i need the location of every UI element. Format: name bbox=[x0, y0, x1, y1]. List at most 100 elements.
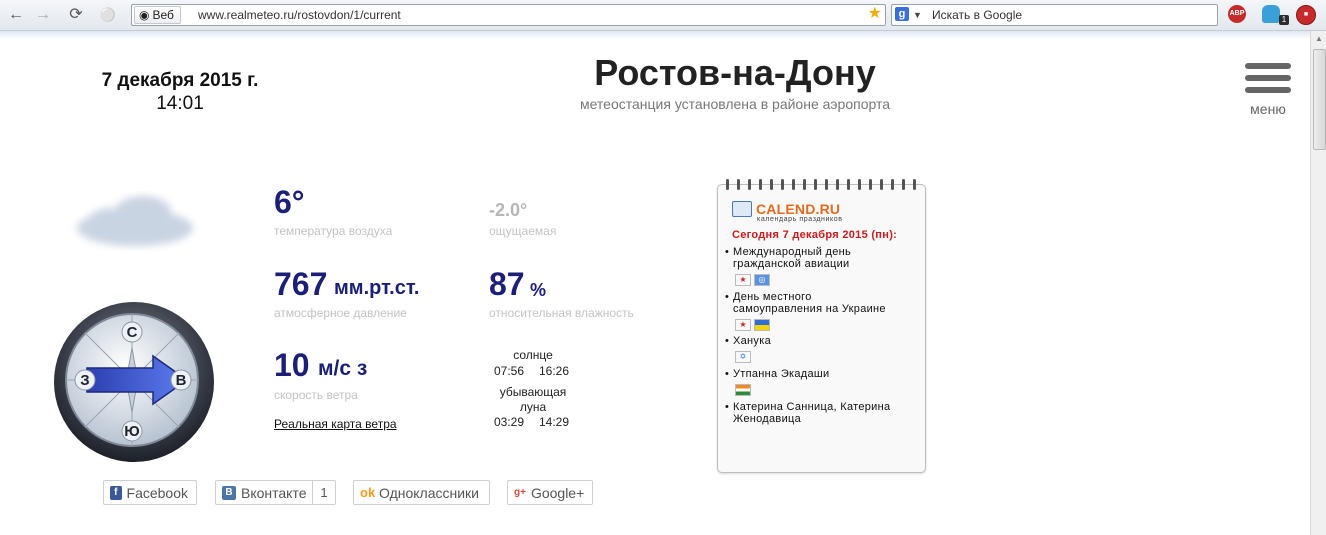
calendar-event-icons: ★ bbox=[735, 319, 770, 331]
vertical-scrollbar[interactable]: ▲ bbox=[1310, 31, 1326, 535]
search-input[interactable]: Искать в Google bbox=[932, 7, 1022, 23]
googleplus-share-button[interactable]: g+ Google+ bbox=[507, 480, 593, 505]
calendar-ring bbox=[792, 179, 795, 190]
feels-like-value: -2.0° bbox=[489, 200, 528, 220]
bookmark-star-icon[interactable]: ★ bbox=[868, 5, 882, 23]
calendar-ring bbox=[759, 179, 762, 190]
calendar-ring bbox=[825, 179, 828, 190]
search-bar[interactable]: g ▼ Искать в Google bbox=[891, 4, 1218, 26]
wind-map-link[interactable]: Реальная карта ветра bbox=[274, 417, 397, 431]
odnoklassniki-icon: ok bbox=[360, 484, 376, 500]
calendar-event-line: Женодавица bbox=[733, 413, 802, 425]
calendar-event-line: Международный день bbox=[733, 246, 852, 258]
page-top-shade bbox=[0, 31, 1310, 39]
address-bar[interactable]: ◉ Веб www.realmeteo.ru/rostovdon/1/curre… bbox=[131, 4, 886, 26]
vkontakte-label: Вконтакте bbox=[241, 484, 307, 501]
calendar-ring bbox=[803, 179, 806, 190]
calendar-ring bbox=[836, 179, 839, 190]
calendar-logo-icon bbox=[732, 201, 752, 217]
forward-arrow-icon[interactable]: → bbox=[33, 5, 53, 25]
calendar-brand[interactable]: CALEND.RU bbox=[756, 201, 840, 217]
back-arrow-icon[interactable]: ← bbox=[6, 5, 26, 25]
star-of-david-icon: ✡ bbox=[735, 351, 751, 363]
url-text[interactable]: www.realmeteo.ru/rostovdon/1/current bbox=[198, 7, 401, 23]
web-chip-label: Веб bbox=[152, 8, 174, 22]
calendar-event[interactable]: • Ханука bbox=[725, 335, 771, 347]
scroll-up-arrow-icon[interactable]: ▲ bbox=[1311, 31, 1326, 47]
calendar-today-heading: Сегодня 7 декабря 2015 (пн): bbox=[732, 229, 898, 241]
india-flag-icon bbox=[735, 384, 751, 396]
compass-north-label: С bbox=[127, 324, 138, 341]
sunrise-time: 07:56 bbox=[494, 364, 525, 378]
calendar-ring bbox=[814, 179, 817, 190]
odnoklassniki-share-button[interactable]: ok Одноклассники bbox=[353, 480, 490, 505]
moon-phase-line1: убывающая bbox=[499, 385, 567, 399]
calendar-ring bbox=[737, 179, 740, 190]
calendar-event[interactable]: • Утпанна Экадаши bbox=[725, 368, 830, 380]
calendar-event[interactable]: • Международный день гражданской авиации bbox=[725, 246, 851, 270]
calendar-ring bbox=[913, 179, 916, 190]
calendar-event[interactable]: • День местного самоуправления на Украине bbox=[725, 291, 886, 315]
pressure-unit: мм.рт.ст. bbox=[334, 277, 420, 299]
calendar-ring bbox=[770, 179, 773, 190]
calendar-event-line: Ханука bbox=[733, 335, 772, 347]
current-date: 7 декабря 2015 г. bbox=[101, 70, 259, 91]
humidity-value: 87 bbox=[489, 266, 525, 302]
stop-sign-icon[interactable]: ■ bbox=[1296, 5, 1316, 25]
red-star-icon: ★ bbox=[735, 274, 751, 286]
calendar-event-line: День местного bbox=[733, 291, 812, 303]
pressure-value: 767 bbox=[274, 266, 328, 302]
facebook-share-button[interactable]: f Facebook bbox=[103, 480, 197, 505]
feels-like-label: ощущаемая bbox=[489, 224, 557, 238]
wind-unit: м/с з bbox=[318, 357, 368, 380]
calendar-ring bbox=[847, 179, 850, 190]
key-icon[interactable]: ⚪— bbox=[98, 5, 118, 42]
wind-compass: С Ю З В bbox=[54, 302, 214, 462]
odnoklassniki-label: Одноклассники bbox=[379, 484, 480, 501]
calendar-ring bbox=[880, 179, 883, 190]
ukraine-flag-icon bbox=[754, 319, 770, 331]
hamburger-menu-icon[interactable] bbox=[1245, 63, 1291, 97]
sun-label: солнце bbox=[513, 348, 553, 362]
humidity-unit: % bbox=[530, 280, 547, 300]
calendar-ring bbox=[781, 179, 784, 190]
pressure-label: атмосферное давление bbox=[274, 306, 407, 320]
calendar-event-line: гражданской авиации bbox=[733, 258, 850, 270]
calendar-event-line: самоуправления на Украине bbox=[733, 303, 886, 315]
calendar-event[interactable]: • Катерина Санница, Катерина Женодавица bbox=[725, 401, 890, 425]
compass-south-label: Ю bbox=[124, 423, 139, 440]
cloud-icon bbox=[77, 196, 193, 246]
chevron-down-icon[interactable]: ▼ bbox=[913, 7, 922, 23]
ghost-extension-icon[interactable] bbox=[1262, 5, 1280, 23]
calendar-widget[interactable]: CALEND.RU календарь праздников Сегодня 7… bbox=[717, 179, 926, 473]
googleplus-label: Google+ bbox=[530, 484, 585, 501]
calendar-ring bbox=[902, 179, 905, 190]
calendar-event-line: Утпанна Экадаши bbox=[733, 368, 830, 380]
red-star-icon: ★ bbox=[735, 319, 751, 331]
scroll-thumb[interactable] bbox=[1313, 49, 1326, 150]
menu-label[interactable]: меню bbox=[1240, 101, 1296, 117]
moonrise-time: 03:29 bbox=[494, 415, 525, 429]
calendar-event-icons bbox=[735, 384, 751, 396]
calendar-event-icons: ✡ bbox=[735, 351, 751, 363]
reload-icon[interactable]: ⟳ bbox=[66, 5, 86, 25]
web-chip[interactable]: ◉ Веб bbox=[134, 6, 181, 24]
un-flag-icon: ◎ bbox=[754, 274, 770, 286]
globe-icon: ◉ bbox=[139, 8, 150, 22]
browser-toolbar: ← → ⟳ ⚪— ◉ Веб www.realmeteo.ru/rostovdo… bbox=[0, 0, 1326, 42]
moonset-time: 14:29 bbox=[539, 415, 570, 429]
calendar-ring bbox=[726, 179, 729, 190]
vk-share-count: 1 bbox=[312, 481, 335, 504]
wind-speed-label: скорость ветра bbox=[274, 388, 358, 402]
calendar-ring bbox=[891, 179, 894, 190]
extension-badge: 1 bbox=[1279, 15, 1289, 25]
vk-icon: B bbox=[222, 485, 236, 500]
vkontakte-share-button[interactable]: B Вконтакте 1 bbox=[215, 480, 336, 505]
page-title: Ростов-на-Дону bbox=[594, 52, 876, 93]
temperature-value: 6° bbox=[274, 184, 305, 220]
wind-speed-value: 10 bbox=[274, 347, 310, 383]
google-g-icon[interactable]: g bbox=[895, 7, 909, 21]
adblock-icon[interactable]: ABP bbox=[1228, 5, 1246, 23]
calendar-event-icons: ★ ◎ bbox=[735, 274, 770, 286]
compass-west-label: З bbox=[80, 372, 89, 389]
